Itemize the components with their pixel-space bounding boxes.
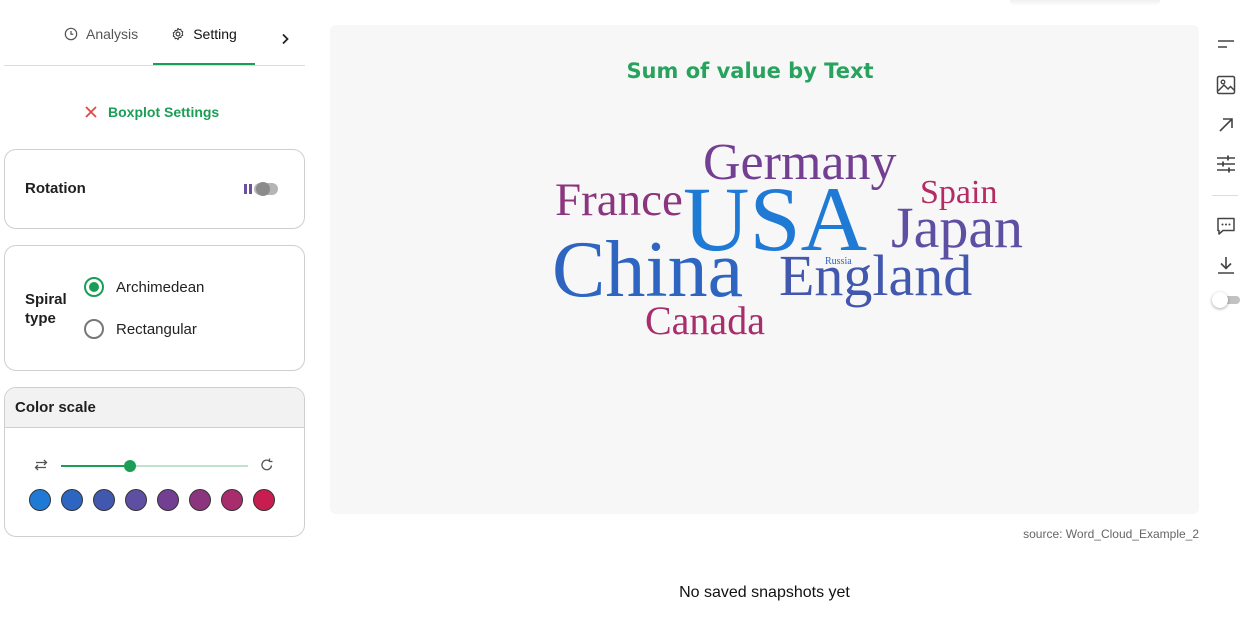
- rotation-card: Rotation: [4, 149, 305, 229]
- radio-rectangular-button[interactable]: [84, 319, 104, 339]
- word-canada[interactable]: Canada: [645, 301, 765, 341]
- radio-rectangular[interactable]: Rectangular: [84, 319, 197, 339]
- color-swatch[interactable]: [125, 489, 147, 511]
- color-swatch[interactable]: [29, 489, 51, 511]
- sliders-icon[interactable]: [1215, 153, 1237, 175]
- toolbar-toggle[interactable]: [1212, 292, 1240, 308]
- expand-arrow-icon[interactable]: [1215, 114, 1237, 136]
- rotation-toggle[interactable]: [244, 181, 278, 197]
- top-shadow: [1010, 0, 1160, 6]
- tab-setting[interactable]: Setting: [153, 16, 255, 65]
- radio-archimedean[interactable]: Archimedean: [84, 277, 204, 297]
- word-cloud: Germany USA France Spain Japan China Eng…: [330, 25, 1199, 514]
- color-swatch[interactable]: [93, 489, 115, 511]
- color-scale-slider-row: [33, 458, 278, 474]
- color-swatch[interactable]: [61, 489, 83, 511]
- word-france[interactable]: France: [555, 177, 683, 224]
- rotation-label: Rotation: [25, 180, 86, 197]
- toolbar-divider: [1212, 195, 1238, 196]
- spiral-type-label: Spiral type: [25, 291, 67, 327]
- boxplot-settings-label: Boxplot Settings: [108, 104, 220, 120]
- pause-icon: [244, 184, 252, 194]
- snapshots-empty-message: No saved snapshots yet: [679, 584, 850, 601]
- radio-archimedean-label: Archimedean: [116, 278, 205, 296]
- color-swatch[interactable]: [157, 489, 179, 511]
- settings-tabs: Analysis Setting: [4, 16, 305, 66]
- spiral-type-card: Spiral type Archimedean Rectangular: [4, 245, 305, 371]
- chevron-right-icon: [282, 33, 289, 45]
- word-russia[interactable]: Russia: [825, 257, 852, 267]
- clock-icon: [64, 27, 78, 41]
- color-swatch[interactable]: [221, 489, 243, 511]
- reset-icon[interactable]: [259, 457, 275, 478]
- tab-setting-label: Setting: [193, 26, 237, 42]
- color-swatch[interactable]: [253, 489, 275, 511]
- radio-rectangular-label: Rectangular: [116, 320, 197, 338]
- close-icon: [85, 106, 97, 118]
- chart-source: source: Word_Cloud_Example_2: [1023, 527, 1199, 541]
- right-toolbar: [1210, 0, 1249, 627]
- tab-analysis-label: Analysis: [86, 26, 139, 42]
- word-england[interactable]: England: [779, 247, 972, 305]
- gear-icon: [172, 27, 184, 41]
- color-swatch[interactable]: [189, 489, 211, 511]
- color-scale-label: Color scale: [5, 388, 304, 428]
- chart-panel: Sum of value by Text Germany USA France …: [330, 25, 1199, 514]
- comment-icon[interactable]: [1215, 215, 1237, 237]
- tab-analysis[interactable]: Analysis: [60, 15, 142, 53]
- filter-icon[interactable]: [1215, 34, 1237, 56]
- color-scale-slider-thumb[interactable]: [124, 460, 137, 472]
- image-icon[interactable]: [1215, 74, 1237, 96]
- color-scale-slider[interactable]: [61, 460, 248, 472]
- tabs-next-button[interactable]: [276, 30, 294, 48]
- download-icon[interactable]: [1215, 254, 1237, 276]
- radio-archimedean-button[interactable]: [84, 277, 104, 297]
- color-swatches: [29, 489, 275, 511]
- boxplot-settings-button[interactable]: Boxplot Settings: [84, 104, 219, 120]
- swap-icon[interactable]: [33, 458, 49, 477]
- color-scale-card: Color scale: [4, 387, 305, 537]
